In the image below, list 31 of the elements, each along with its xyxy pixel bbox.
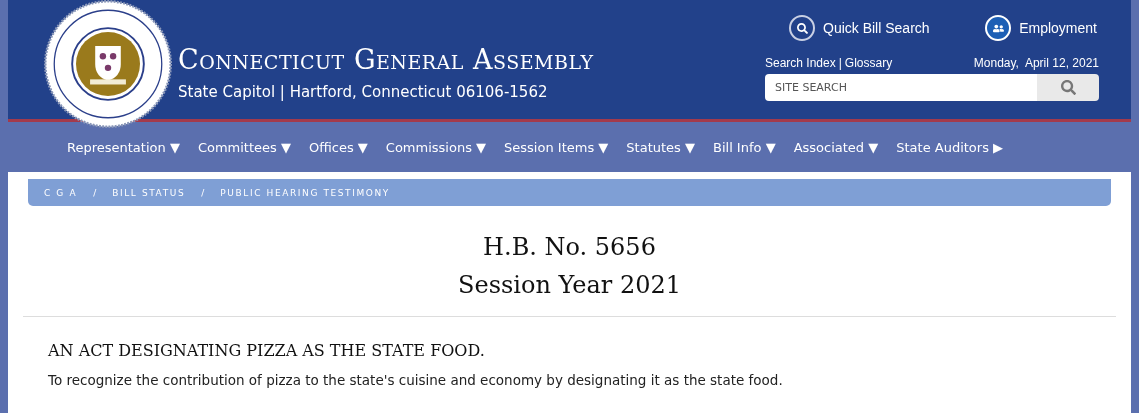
quick-bill-search-link[interactable]: Quick Bill Search: [789, 10, 930, 46]
nav-menu-item[interactable]: Associated ▼: [784, 139, 888, 155]
nav-menu-item[interactable]: Representation ▼: [58, 139, 189, 155]
session-year: Session Year 2021: [458, 270, 681, 301]
bill-summary: To recognize the contribution of pizza to the state's cuisine and economy by designating it as the state food.: [48, 372, 784, 388]
site-title[interactable]: Connecticut General Assembly: [178, 44, 594, 75]
search-button[interactable]: [1037, 74, 1099, 101]
date-text: Monday, April 12, 2021: [973, 56, 1099, 70]
address-text: State Capitol | Hartford, Connecticut 06106-1562: [178, 83, 549, 101]
breadcrumb-separator: /: [93, 187, 97, 198]
nav-menu-item[interactable]: Bill Info ▼: [704, 139, 785, 155]
bill-title: AN ACT DESIGNATING PIZZA AS THE STATE FOOD.: [48, 341, 486, 360]
header-link[interactable]: Glossary: [844, 56, 893, 70]
search-icon: [1060, 80, 1076, 95]
nav-menu-item[interactable]: Commissions ▼: [376, 139, 496, 155]
breadcrumb-link[interactable]: C G A: [44, 187, 78, 198]
nav-menu-item[interactable]: Committees ▼: [188, 139, 300, 155]
header-link[interactable]: Search Index: [765, 56, 836, 70]
nav-menu-item[interactable]: Session Items ▼: [495, 139, 618, 155]
breadcrumb-link[interactable]: BILL STATUS: [112, 187, 186, 198]
site-search-field[interactable]: SITE SEARCH: [765, 74, 1037, 101]
bill-number: H.B. No. 5656: [483, 232, 656, 263]
people-icon: [985, 15, 1012, 41]
nav-menu-item[interactable]: State Auditors ▶: [887, 139, 1013, 155]
search-icon: [789, 15, 815, 41]
breadcrumb-separator: /: [201, 187, 205, 198]
breadcrumb-link[interactable]: PUBLIC HEARING TESTIMONY: [220, 187, 390, 198]
nav-menu-item[interactable]: Offices ▼: [299, 139, 377, 155]
employment-link[interactable]: Employment: [985, 10, 1097, 46]
nav-menu-item[interactable]: Statutes ▼: [617, 139, 704, 155]
link-separator: |: [837, 56, 843, 70]
